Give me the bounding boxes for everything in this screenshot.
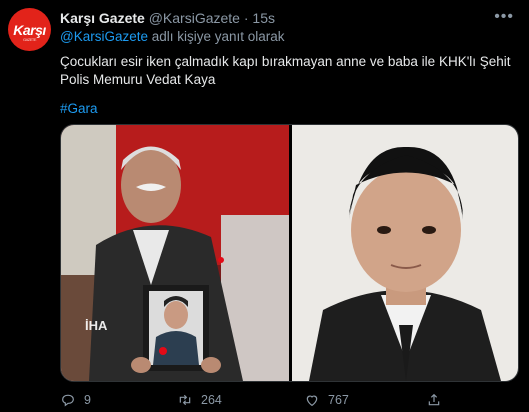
photo-parents[interactable]: İHA — [61, 125, 289, 381]
heart-icon — [306, 395, 318, 407]
reply-count: 9 — [84, 393, 91, 407]
retweet-count: 264 — [201, 393, 222, 407]
separator-dot: · — [243, 10, 249, 26]
reply-mention-link[interactable]: @KarsiGazete — [60, 29, 148, 44]
tweet-time[interactable]: 15s — [252, 10, 275, 26]
photo-portrait[interactable] — [292, 125, 518, 381]
share-icon — [428, 393, 440, 406]
reply-icon — [62, 394, 74, 407]
hashtag-link[interactable]: #Gara — [60, 101, 98, 116]
tweet-header: Karşı Gazete @KarsiGazete · 15s — [60, 10, 275, 26]
like-count: 767 — [328, 393, 349, 407]
avatar-logo-text: Karşı — [13, 21, 46, 38]
reply-context: @KarsiGazete adlı kişiye yanıt olarak — [60, 29, 285, 44]
share-button[interactable] — [426, 392, 442, 408]
account-handle[interactable]: @KarsiGazete — [149, 10, 240, 26]
account-name[interactable]: Karşı Gazete — [60, 10, 145, 26]
retweet-icon — [179, 394, 191, 406]
tweet-text: Çocukları esir iken çalmadık kapı bırakm… — [60, 54, 511, 87]
tweet[interactable]: Karşı GAZETE Karşı Gazete @KarsiGazete ·… — [0, 0, 529, 412]
reply-button[interactable]: 9 — [60, 392, 91, 408]
avatar[interactable]: Karşı GAZETE — [8, 8, 51, 51]
retweet-button[interactable]: 264 — [177, 392, 222, 408]
tweet-actions: 9 264 767 — [60, 392, 480, 410]
avatar-logo-subtext: GAZETE — [22, 37, 37, 42]
like-button[interactable]: 767 — [304, 392, 349, 408]
tweet-media[interactable]: İHA — [60, 124, 519, 382]
media-watermark: İHA — [85, 318, 108, 333]
reply-suffix: adlı kişiye yanıt olarak — [148, 29, 285, 44]
more-options-icon[interactable]: ••• — [494, 8, 514, 26]
